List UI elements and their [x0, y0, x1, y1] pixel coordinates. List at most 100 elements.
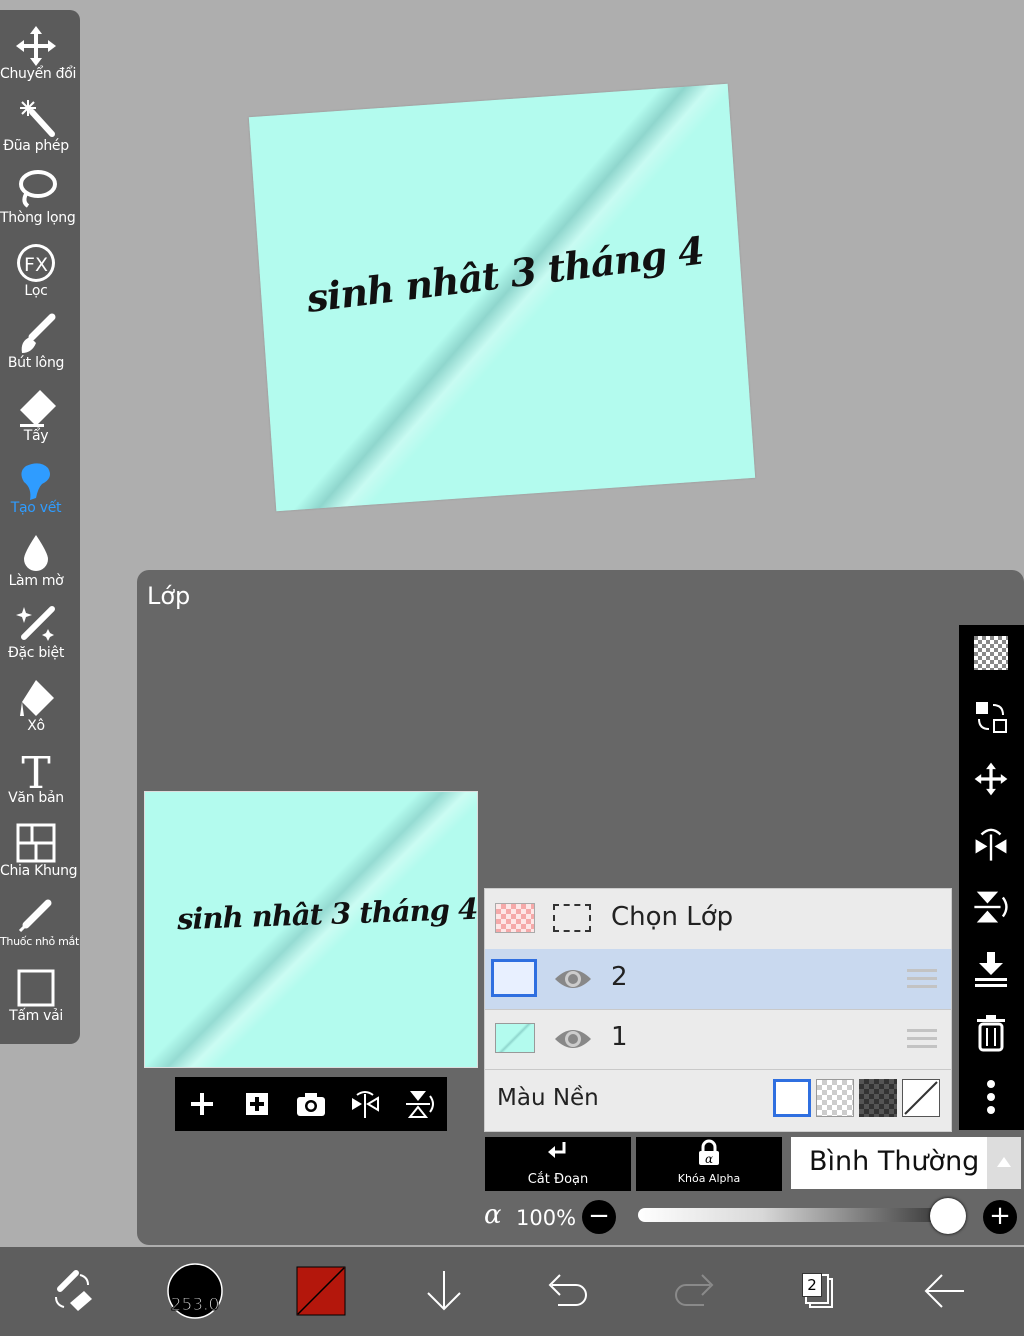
trash-icon: [977, 1015, 1005, 1052]
brush-size-button[interactable]: 253.0: [165, 1261, 225, 1321]
lock-icon: α: [699, 1139, 719, 1166]
canvas-icon: [0, 966, 72, 1010]
camera-icon: [296, 1093, 325, 1116]
flip-layer-horizontal-button[interactable]: [969, 822, 1013, 866]
tool-canvas[interactable]: Tấm vải: [0, 966, 72, 1024]
merge-down-button[interactable]: [969, 947, 1013, 991]
color-picker-button[interactable]: [291, 1261, 351, 1321]
flip-layer-vertical-button[interactable]: [969, 885, 1013, 929]
flip-vertical-button[interactable]: [400, 1084, 440, 1124]
layer-name: 2: [611, 962, 628, 992]
swap-layer-button[interactable]: [969, 695, 1013, 739]
layer-tools-sidebar: [959, 625, 1024, 1130]
clipping-button[interactable]: Cắt Đoạn: [485, 1137, 631, 1191]
select-layer-label: Chọn Lớp: [611, 902, 734, 932]
bg-light-checker-swatch[interactable]: [816, 1079, 854, 1117]
layers-list: Chọn Lớp 2 1 Màu Nền: [484, 888, 952, 1132]
tool-sidebar: Chuyển đổi Đũa phép Thòng lọng FX Lọc Bú…: [0, 10, 80, 1044]
layers-button[interactable]: 2: [788, 1261, 848, 1321]
drag-handle-icon[interactable]: [907, 1029, 937, 1053]
plus-icon: [191, 1093, 214, 1115]
tool-eraser[interactable]: Tẩy: [0, 386, 72, 444]
opacity-minus-button[interactable]: −: [582, 1200, 616, 1234]
add-copy-icon: [245, 1093, 268, 1115]
layer-thumbnail: [491, 959, 537, 997]
import-photo-button[interactable]: [291, 1084, 331, 1124]
canvas-text: sinh nhât 3 tháng 4: [304, 227, 706, 321]
clip-arrow-icon: [548, 1142, 566, 1158]
more-vertical-icon: [987, 1080, 995, 1114]
visibility-eye-icon[interactable]: [553, 965, 593, 997]
undo-button[interactable]: [538, 1261, 598, 1321]
bottom-toolbar: 253.0 2: [0, 1247, 1024, 1336]
blur-drop-icon: [0, 531, 72, 575]
add-layer-button[interactable]: [182, 1084, 222, 1124]
color-swatch-icon: [296, 1266, 346, 1316]
flip-horizontal-button[interactable]: [345, 1084, 385, 1124]
quick-tool-switch-button[interactable]: [42, 1261, 102, 1321]
brush-size-value: 253.0: [170, 1295, 220, 1316]
opacity-plus-button[interactable]: +: [983, 1200, 1017, 1234]
tool-filter[interactable]: FX Lọc: [0, 241, 72, 299]
merge-down-icon: [975, 952, 1007, 987]
redo-button[interactable]: [664, 1261, 724, 1321]
flip-horizontal-icon: [352, 1091, 380, 1118]
swap-icon: [976, 702, 1007, 733]
tool-special[interactable]: Đặc biệt: [0, 603, 72, 661]
svg-text:α: α: [705, 1152, 713, 1166]
layer-row-2[interactable]: 2: [485, 949, 951, 1010]
flip-vertical-icon: [405, 1091, 434, 1118]
tool-smudge[interactable]: Tạo vết: [0, 458, 72, 516]
tool-eyedropper[interactable]: Thuốc nhỏ mắt: [0, 893, 79, 948]
opacity-slider[interactable]: [638, 1208, 948, 1222]
delete-layer-button[interactable]: [969, 1011, 1013, 1055]
more-options-button[interactable]: [969, 1075, 1013, 1119]
bg-dark-checker-swatch[interactable]: [859, 1079, 897, 1117]
lasso-icon: [0, 168, 72, 212]
bg-white-swatch[interactable]: [773, 1079, 811, 1117]
layer-name: 1: [611, 1022, 628, 1052]
download-button[interactable]: [414, 1261, 474, 1321]
blend-mode-select[interactable]: Bình Thường: [791, 1137, 1021, 1189]
tool-frame-divider[interactable]: Chia Khung: [0, 821, 78, 879]
opacity-control: α 100% − +: [484, 1198, 1019, 1238]
selection-thumbnail: [495, 903, 535, 933]
layer-count-badge: 2: [802, 1273, 822, 1297]
select-layer-row[interactable]: Chọn Lớp: [485, 889, 951, 950]
blend-mode-value: Bình Thường: [809, 1146, 980, 1177]
panel-title: Lớp: [147, 582, 191, 610]
tool-magic-wand[interactable]: Đũa phép: [0, 96, 72, 154]
alpha-lock-button[interactable]: α Khóa Alpha: [636, 1137, 782, 1191]
layer-row-1[interactable]: 1: [485, 1009, 951, 1070]
tool-brush[interactable]: Bút lông: [0, 313, 72, 371]
move-icon: [974, 762, 1008, 796]
eraser-icon: [0, 386, 72, 430]
svg-text:T: T: [21, 748, 50, 792]
arrow-down-icon: [427, 1271, 461, 1311]
flip-vertical-icon: [974, 891, 1008, 923]
drag-handle-icon[interactable]: [907, 969, 937, 993]
alpha-symbol: α: [484, 1200, 502, 1230]
brush-eraser-swap-icon: [55, 1270, 92, 1311]
back-button[interactable]: [914, 1261, 974, 1321]
bucket-icon: [0, 676, 72, 720]
tool-bucket[interactable]: Xô: [0, 676, 72, 734]
tool-lasso[interactable]: Thòng lọng: [0, 168, 76, 226]
visibility-eye-icon[interactable]: [553, 1025, 593, 1057]
duplicate-layer-button[interactable]: [237, 1084, 277, 1124]
tool-blur[interactable]: Làm mờ: [0, 531, 72, 589]
tool-transform[interactable]: Chuyển đổi: [0, 24, 76, 82]
bg-transparent-swatch[interactable]: [902, 1079, 940, 1117]
move-icon: [0, 24, 72, 68]
layer-preview-text: sinh nhât 3 tháng 4: [176, 891, 478, 937]
canvas-artwork[interactable]: sinh nhât 3 tháng 4: [248, 83, 756, 512]
brush-icon: [0, 313, 72, 357]
layer-panel: Lớp sinh nhât 3 tháng 4 Chọn Lớp 2 1 Màu…: [137, 570, 1024, 1245]
transparency-button[interactable]: [969, 631, 1013, 675]
selection-icon: [553, 904, 591, 932]
layer-actions-bar: [175, 1077, 447, 1131]
move-layer-button[interactable]: [969, 757, 1013, 801]
redo-icon: [675, 1274, 714, 1306]
opacity-slider-knob[interactable]: [930, 1198, 966, 1234]
tool-text[interactable]: T Văn bản: [0, 748, 72, 806]
